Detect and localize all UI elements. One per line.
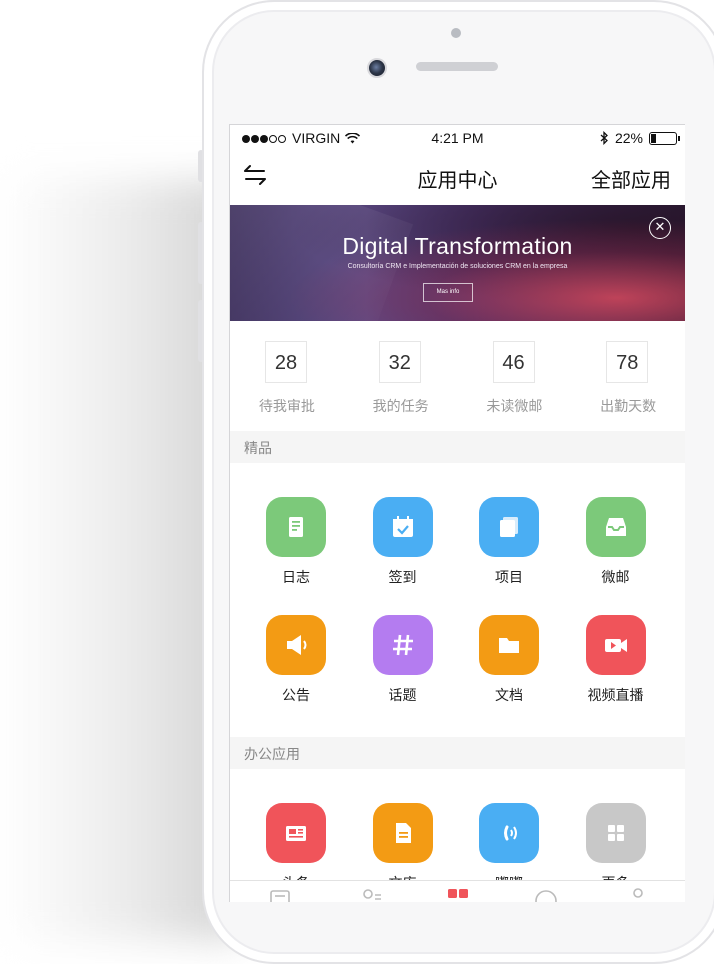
tab-contacts[interactable] xyxy=(360,887,384,902)
stats-row: 28 待我审批 32 我的任务 46 未读微邮 78 出勤天数 xyxy=(230,321,685,429)
app-name: 签到 xyxy=(388,570,417,586)
battery-percent: 22% xyxy=(614,130,643,146)
all-apps-link[interactable]: 全部应用 xyxy=(591,164,671,193)
file-icon xyxy=(372,803,433,863)
stat-unread-mail[interactable]: 46 未读微邮 xyxy=(458,321,572,429)
contacts-icon xyxy=(363,889,381,900)
proximity-sensor xyxy=(451,28,461,38)
profile-icon xyxy=(633,888,643,898)
stack-icon xyxy=(479,497,539,557)
section-featured: 精品 xyxy=(230,431,685,463)
app-name: 视频直播 xyxy=(587,688,644,704)
stat-value: 78 xyxy=(606,341,649,383)
section-title: 精品 xyxy=(244,441,272,457)
front-camera xyxy=(367,58,387,78)
earpiece-speaker xyxy=(416,62,498,71)
bluetooth-icon xyxy=(600,131,608,145)
stat-my-tasks[interactable]: 32 我的任务 xyxy=(344,321,458,429)
stat-label: 未读微邮 xyxy=(486,399,543,415)
app-name: 微邮 xyxy=(601,570,630,586)
banner-title: Digital Transformation xyxy=(342,233,573,259)
stat-value: 28 xyxy=(265,341,307,383)
discover-icon xyxy=(535,890,557,902)
news-icon xyxy=(266,803,326,863)
stat-value: 46 xyxy=(492,341,535,383)
nav-bar: 应用中心 全部应用 xyxy=(230,151,685,203)
stat-value: 32 xyxy=(378,341,421,383)
app-tile-featured[interactable]: 文档 xyxy=(455,615,563,705)
document-icon xyxy=(266,497,326,557)
close-icon[interactable]: ✕ xyxy=(649,217,671,239)
app-tile-featured[interactable]: 项目 xyxy=(455,497,563,587)
section-office: 办公应用 xyxy=(230,737,685,769)
tab-profile[interactable] xyxy=(626,887,650,902)
tab-apps[interactable] xyxy=(446,887,470,902)
battery-icon xyxy=(649,131,680,145)
calendar-check-icon xyxy=(372,497,433,557)
section-title: 办公应用 xyxy=(244,747,300,763)
hashtag-icon xyxy=(372,615,433,675)
app-tile-featured[interactable]: 日志 xyxy=(242,497,350,587)
app-tile-featured[interactable]: 话题 xyxy=(349,615,457,705)
app-name: 日志 xyxy=(282,570,310,586)
app-screen: VIRGIN 4:21 PM 22% 应用中心 全部应用 Digital Tra… xyxy=(229,124,685,902)
banner-more-button[interactable]: Mas info xyxy=(423,283,473,302)
app-tile-featured[interactable]: 微邮 xyxy=(562,497,670,587)
megaphone-icon xyxy=(266,615,326,675)
stat-attendance-days[interactable]: 78 出勤天数 xyxy=(571,321,685,429)
folder-icon xyxy=(479,615,539,675)
app-tile-featured[interactable]: 公告 xyxy=(242,615,350,705)
tab-messages[interactable] xyxy=(268,887,292,902)
tab-discover[interactable] xyxy=(534,887,558,902)
phone-call-icon xyxy=(479,803,539,863)
promo-banner[interactable]: Digital Transformation Consultoría CRM e… xyxy=(230,205,685,321)
app-name: 话题 xyxy=(388,688,417,704)
banner-subtitle: Consultoría CRM e Implementación de solu… xyxy=(347,263,568,270)
message-icon xyxy=(270,890,290,902)
app-name: 公告 xyxy=(282,688,310,704)
apps-icon xyxy=(448,889,468,898)
stat-label: 待我审批 xyxy=(258,399,315,415)
stat-pending-approval[interactable]: 28 待我审批 xyxy=(230,321,344,429)
app-name: 项目 xyxy=(495,570,523,586)
tab-bar xyxy=(230,880,685,902)
status-bar: VIRGIN 4:21 PM 22% xyxy=(230,125,685,151)
app-tile-featured[interactable]: 视频直播 xyxy=(562,615,670,705)
app-tile-featured[interactable]: 签到 xyxy=(349,497,457,587)
video-icon xyxy=(585,615,646,675)
inbox-icon xyxy=(585,497,646,557)
app-name: 文档 xyxy=(495,688,523,704)
stat-label: 我的任务 xyxy=(372,399,429,415)
stat-label: 出勤天数 xyxy=(600,399,657,415)
grid-icon xyxy=(585,803,646,863)
